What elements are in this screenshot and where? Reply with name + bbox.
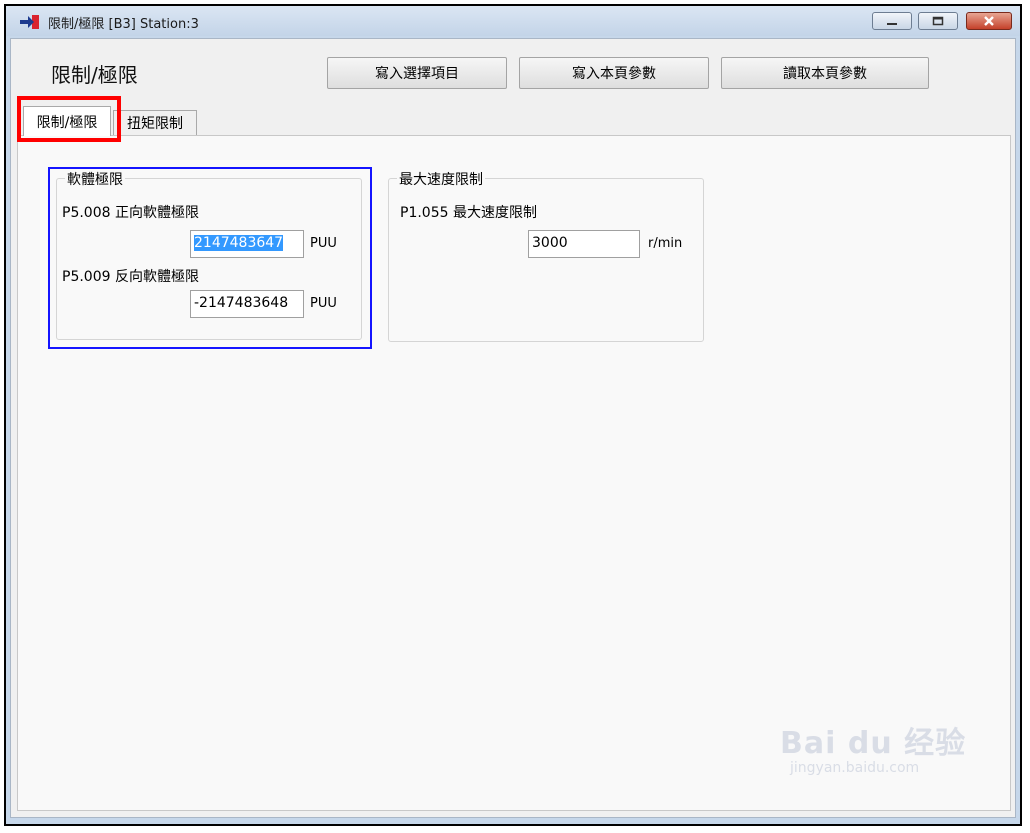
close-button[interactable] bbox=[966, 12, 1012, 30]
close-icon bbox=[967, 13, 1011, 29]
reverse-limit-unit: PUU bbox=[310, 296, 337, 311]
write-page-button[interactable]: 寫入本頁參數 bbox=[519, 57, 709, 89]
max-speed-label: P1.055 最大速度限制 bbox=[400, 205, 537, 221]
tab-torque-limit[interactable]: 扭矩限制 bbox=[113, 110, 197, 135]
page-heading: 限制/極限 bbox=[51, 63, 138, 87]
read-page-button[interactable]: 讀取本頁參數 bbox=[721, 57, 929, 89]
watermark-logo: Bai du 经验 bbox=[780, 726, 967, 761]
forward-limit-label: P5.008 正向軟體極限 bbox=[62, 205, 199, 221]
software-limit-title: 軟體極限 bbox=[65, 169, 125, 189]
minimize-icon bbox=[873, 13, 911, 29]
baidu-watermark: Bai du 经验 jingyan.baidu.com bbox=[780, 718, 966, 776]
max-speed-unit: r/min bbox=[648, 236, 683, 251]
maximize-button[interactable] bbox=[918, 12, 958, 30]
main-client-area: 限制/極限 寫入選擇項目 寫入本頁參數 讀取本頁參數 軟體極限 P5.008 正… bbox=[10, 38, 1016, 818]
speed-limit-title: 最大速度限制 bbox=[397, 169, 485, 189]
max-speed-input[interactable]: 3000 bbox=[528, 230, 640, 258]
forward-limit-value: 2147483647 bbox=[194, 235, 284, 251]
reverse-limit-input[interactable]: -2147483648 bbox=[190, 290, 304, 318]
reverse-limit-label: P5.009 反向軟體極限 bbox=[62, 269, 199, 285]
forward-limit-input[interactable]: 2147483647 bbox=[190, 230, 304, 258]
watermark-url: jingyan.baidu.com bbox=[790, 760, 920, 776]
forward-limit-unit: PUU bbox=[310, 236, 337, 251]
minimize-button[interactable] bbox=[872, 12, 912, 30]
write-selected-button[interactable]: 寫入選擇項目 bbox=[327, 57, 507, 89]
app-arrow-icon bbox=[20, 15, 39, 29]
tab-panel: 軟體極限 P5.008 正向軟體極限 2147483647 PUU P5.009… bbox=[17, 135, 1011, 811]
maximize-icon bbox=[919, 13, 957, 29]
window-title: 限制/極限 [B3] Station:3 bbox=[48, 17, 199, 32]
tab-highlight-box bbox=[17, 96, 121, 142]
title-bar[interactable]: 限制/極限 [B3] Station:3 bbox=[6, 6, 1020, 36]
